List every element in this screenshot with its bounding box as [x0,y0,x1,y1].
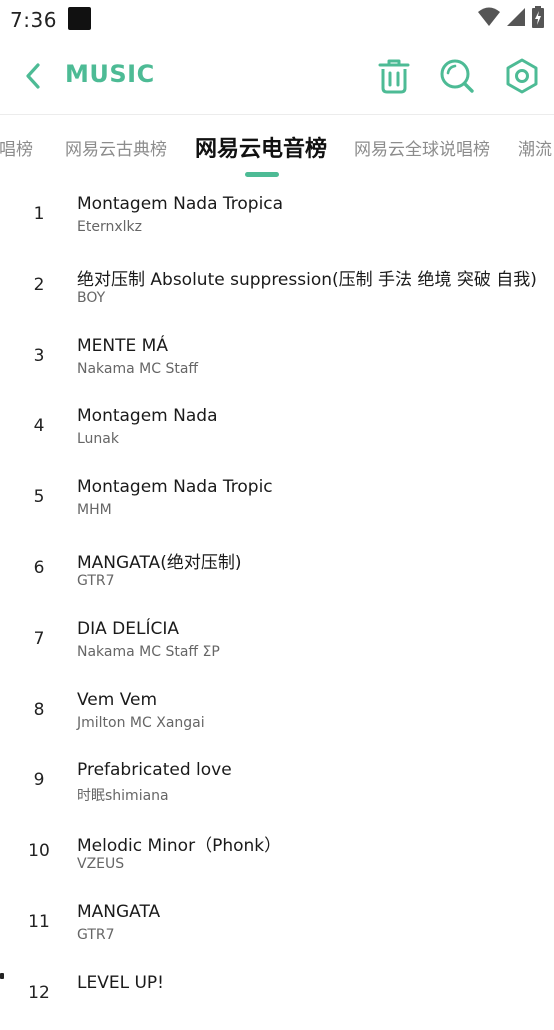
song-row[interactable]: 11 MANGATA GTR7 [0,888,554,959]
search-icon[interactable] [437,56,477,96]
song-list: 1 Montagem Nada Tropica Eternxlkz 2 绝对压制… [0,180,554,1030]
song-title: Vem Vem [77,689,158,710]
song-artist: GTR7 [77,572,115,589]
song-artist: MHM [77,502,112,519]
song-title: MANGATA(绝对压制) [77,552,242,573]
status-icons [478,6,544,28]
song-rank: 1 [33,204,45,224]
song-title: Montagem Nada Tropica [77,194,284,214]
song-row[interactable]: 12 LEVEL UP! [0,959,554,1030]
song-row[interactable]: 10 Melodic Minor（Phonk） VZEUS [0,817,554,888]
battery-icon [532,6,544,28]
song-rank: 3 [33,345,45,366]
song-artist: Nakama MC Staff ΣP [77,643,220,660]
song-rank: 8 [33,699,45,720]
song-title: MENTE MÁ [77,335,168,356]
song-rank: 9 [33,770,45,791]
song-title: Montagem Nada Tropic [77,477,273,498]
page-title: MUSIC [65,60,155,88]
song-artist: 时眠shimiana [77,788,169,805]
song-artist: Jmilton MC Xangai [77,714,205,731]
song-rank: 11 [28,911,50,932]
song-row[interactable]: 9 Prefabricated love 时眠shimiana [0,746,554,817]
song-rank: 12 [28,982,50,1003]
song-artist: GTR7 [77,926,115,943]
song-title: MANGATA [77,901,161,922]
tab-classical-chart[interactable]: 网易云古典榜 [65,135,167,160]
song-rank: 7 [33,628,45,649]
song-row[interactable]: 1 Montagem Nada Tropica Eternxlkz [0,180,554,251]
signal-icon [507,8,525,26]
song-row[interactable]: 2 绝对压制 Absolute suppression(压制 手法 绝境 突破 … [0,251,554,322]
tab-electronic-chart[interactable]: 网易云电音榜 [195,131,327,163]
tab-rap-chart[interactable]: 说唱榜 [0,135,33,160]
tab-global-rap-chart[interactable]: 网易云全球说唱榜 [354,135,490,160]
song-row[interactable]: 5 Montagem Nada Tropic MHM [0,463,554,534]
song-title: Prefabricated love [77,760,232,781]
song-title: Melodic Minor（Phonk） [77,836,282,857]
wifi-icon [478,7,500,26]
notification-icon [68,7,91,30]
song-rank: 5 [33,487,45,508]
song-artist: Nakama MC Staff [77,360,199,377]
status-time: 7:36 [10,8,57,32]
song-rank: 2 [33,274,45,295]
song-title: DIA DELÍCIA [77,618,179,639]
song-row[interactable]: 3 MENTE MÁ Nakama MC Staff [0,322,554,393]
tab-trend-chart[interactable]: 潮流 [518,135,552,160]
song-row[interactable]: 8 Vem Vem Jmilton MC Xangai [0,676,554,747]
song-rank: 4 [33,416,45,437]
song-rank: 6 [33,557,45,578]
scroll-edge-marker [0,973,4,979]
song-title: LEVEL UP! [77,972,164,993]
app-bar: MUSIC [0,38,554,115]
back-arrow-icon[interactable] [20,60,48,92]
song-title: Montagem Nada [77,406,218,427]
song-artist: VZEUS [77,856,125,873]
song-row[interactable]: 6 MANGATA(绝对压制) GTR7 [0,534,554,605]
trash-icon[interactable] [374,56,414,96]
settings-icon[interactable] [502,56,542,96]
song-row[interactable]: 7 DIA DELÍCIA Nakama MC Staff ΣP [0,605,554,676]
song-artist: Eternxlkz [77,219,142,235]
active-tab-indicator [245,172,279,177]
song-row[interactable]: 4 Montagem Nada Lunak [0,392,554,463]
song-artist: BOY [77,289,106,306]
song-rank: 10 [28,841,50,862]
song-artist: Lunak [77,431,119,448]
song-title: 绝对压制 Absolute suppression(压制 手法 绝境 突破 自我… [77,269,537,290]
status-bar: 7:36 [0,0,554,38]
